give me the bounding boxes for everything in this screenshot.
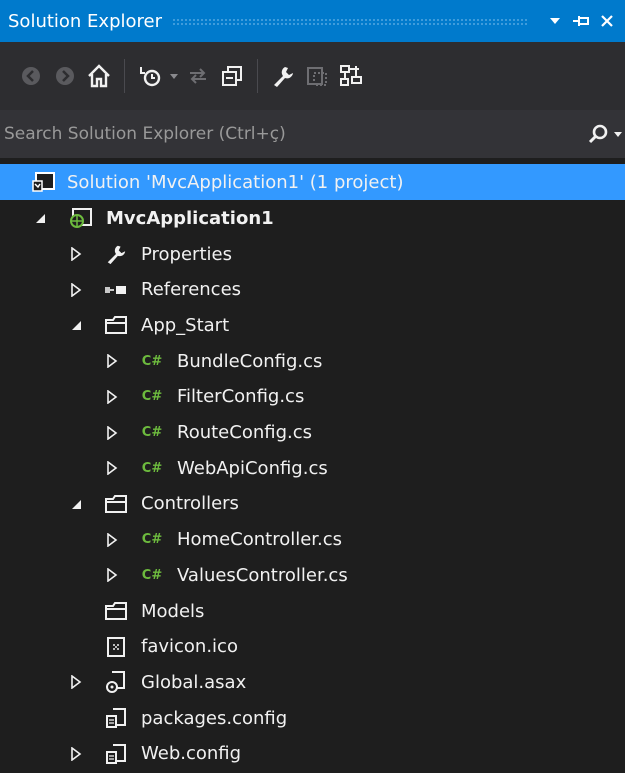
image-file-icon — [104, 635, 128, 659]
search-bar — [0, 109, 625, 159]
csharp-icon: C# — [141, 425, 163, 440]
toolbar-separator — [124, 59, 125, 93]
wrench-icon — [104, 242, 128, 266]
collapsed-arrow-icon[interactable] — [105, 532, 119, 547]
tree-item-solution[interactable]: Solution 'MvcApplication1' (1 project) — [0, 164, 625, 200]
tree-item[interactable]: Web.config — [0, 736, 625, 772]
collapsed-arrow-icon[interactable] — [105, 354, 119, 369]
solution-icon — [32, 170, 56, 194]
tree-item-label: Solution 'MvcApplication1' (1 project) — [67, 171, 404, 193]
tree-item[interactable]: C# WebApiConfig.cs — [0, 450, 625, 486]
dropdown-icon[interactable] — [543, 6, 567, 36]
folder-icon — [104, 492, 128, 516]
expanded-arrow-icon[interactable] — [33, 211, 47, 225]
tree-item[interactable]: C# HomeController.cs — [0, 522, 625, 558]
references-icon — [104, 278, 128, 302]
collapsed-arrow-icon[interactable] — [105, 425, 119, 440]
collapsed-arrow-icon[interactable] — [105, 389, 119, 404]
expanded-arrow-icon[interactable] — [69, 318, 83, 332]
toolbar — [0, 42, 625, 110]
tree-item[interactable]: C# FilterConfig.cs — [0, 379, 625, 415]
expanded-arrow-icon[interactable] — [69, 497, 83, 511]
tree-item-label: Models — [141, 600, 205, 622]
tree-item[interactable]: C# BundleConfig.cs — [0, 343, 625, 379]
tree-item[interactable]: Models — [0, 593, 625, 629]
web-project-icon — [68, 206, 92, 230]
tree-item[interactable]: C# ValuesController.cs — [0, 557, 625, 593]
show-all-files-icon[interactable] — [300, 56, 334, 96]
tree-item[interactable]: References — [0, 272, 625, 308]
tree-item-label: HomeController.cs — [177, 529, 343, 551]
tree-item[interactable]: Properties — [0, 236, 625, 272]
tree-item-label: References — [141, 279, 242, 301]
pending-changes-filter-icon[interactable] — [133, 56, 167, 96]
sync-icon[interactable] — [181, 56, 215, 96]
back-icon[interactable] — [14, 56, 48, 96]
csharp-icon: C# — [141, 567, 163, 583]
tree-item[interactable]: packages.config — [0, 700, 625, 736]
config-file-icon — [104, 742, 128, 766]
properties-icon[interactable] — [266, 56, 300, 96]
solution-tree: Solution 'MvcApplication1' (1 project) M… — [0, 164, 625, 773]
search-input[interactable] — [0, 109, 585, 159]
view-class-diagram-icon[interactable] — [334, 56, 368, 96]
home-icon[interactable] — [82, 56, 116, 96]
tree-item-label: packages.config — [141, 707, 288, 729]
tree-item-label: BundleConfig.cs — [177, 350, 323, 372]
collapsed-arrow-icon[interactable] — [69, 675, 83, 690]
search-options-dropdown-icon[interactable] — [611, 114, 625, 154]
pin-icon[interactable] — [569, 6, 593, 36]
tree-item-label: Properties — [141, 243, 232, 265]
tree-item-label: MvcApplication1 — [106, 207, 274, 229]
tree-item-label: App_Start — [141, 314, 230, 336]
csharp-icon: C# — [141, 460, 163, 476]
panel-title: Solution Explorer — [8, 10, 162, 32]
tree-item-label: Controllers — [141, 493, 239, 515]
collapsed-arrow-icon[interactable] — [105, 568, 119, 583]
tree-item[interactable]: Global.asax — [0, 664, 625, 700]
tree-item-label: FilterConfig.cs — [177, 386, 305, 408]
tree-item[interactable]: favicon.ico — [0, 629, 625, 665]
csharp-icon: C# — [141, 389, 163, 405]
collapsed-arrow-icon[interactable] — [69, 247, 83, 261]
config-file-icon — [104, 706, 128, 730]
tree-item-label: favicon.ico — [141, 636, 238, 658]
csharp-icon: C# — [141, 353, 163, 369]
tree-item-project[interactable]: MvcApplication1 — [0, 200, 625, 236]
global-asax-icon — [104, 670, 128, 694]
csharp-icon: C# — [141, 532, 163, 548]
forward-icon[interactable] — [48, 56, 82, 96]
title-bar: Solution Explorer — [0, 0, 625, 42]
tree-item-label: ValuesController.cs — [177, 564, 348, 586]
toolbar-separator — [257, 59, 258, 93]
collapsed-arrow-icon[interactable] — [105, 461, 119, 476]
search-icon[interactable] — [585, 114, 611, 154]
folder-icon — [104, 599, 128, 623]
filter-dropdown-icon[interactable] — [167, 71, 181, 81]
close-icon[interactable] — [595, 6, 619, 36]
tree-item-label: Web.config — [141, 743, 242, 765]
title-bar-grip[interactable] — [172, 17, 529, 25]
tree-item-label: Global.asax — [141, 671, 247, 693]
tree-item[interactable]: C# RouteConfig.cs — [0, 415, 625, 451]
tree-item[interactable]: Controllers — [0, 486, 625, 522]
collapsed-arrow-icon[interactable] — [69, 282, 83, 297]
tree-item[interactable]: App_Start — [0, 307, 625, 343]
collapsed-arrow-icon[interactable] — [69, 746, 83, 761]
collapse-all-icon[interactable] — [215, 56, 249, 96]
folder-icon — [104, 313, 128, 337]
tree-item-label: WebApiConfig.cs — [177, 457, 328, 479]
tree-item-label: RouteConfig.cs — [177, 422, 312, 443]
